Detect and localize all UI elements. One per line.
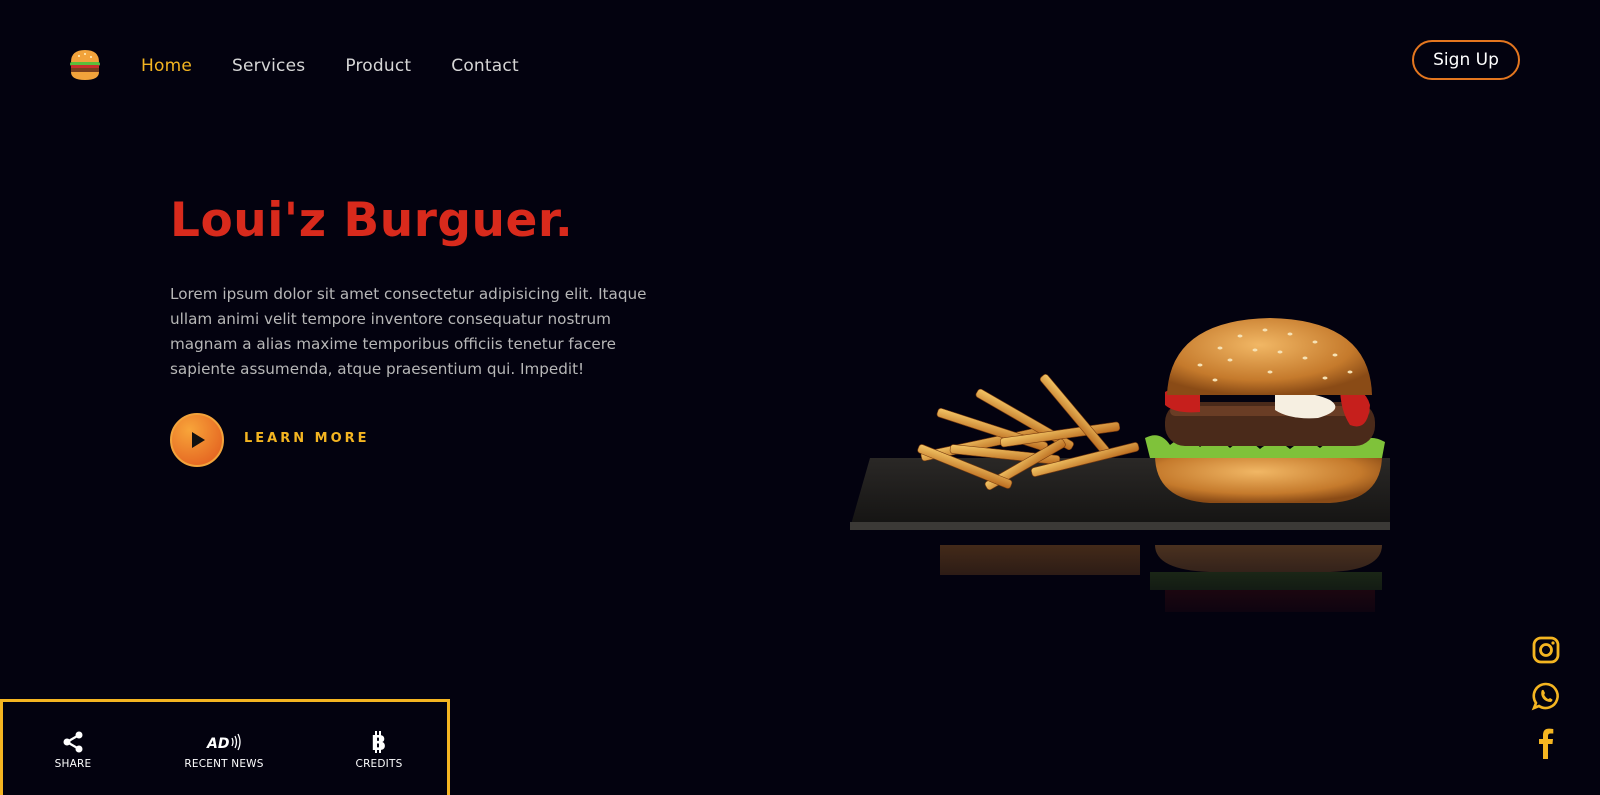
play-icon [192,432,205,448]
burger-and-fries-image [770,200,1410,630]
ad-icon: AD [206,733,241,752]
nav-services[interactable]: Services [232,56,305,76]
svg-text:AD: AD [206,736,229,752]
nav-contact[interactable]: Contact [451,56,519,76]
sign-up-button[interactable]: Sign Up [1412,40,1520,80]
facebook-icon[interactable] [1531,726,1561,759]
instagram-icon[interactable] [1531,635,1561,665]
main-nav: Home Services Product Contact [141,56,519,76]
whatsapp-icon[interactable] [1531,681,1561,711]
play-button[interactable] [170,413,224,467]
share-button[interactable]: SHARE [18,730,128,770]
nav-home[interactable]: Home [141,56,192,76]
svg-text:B: B [371,731,386,754]
bottom-toolbar: SHARE AD RECENT NEWS B CREDITS [0,699,450,795]
learn-more-link[interactable]: LEARN MORE [244,431,370,446]
hero-description: Lorem ipsum dolor sit amet consectetur a… [170,285,647,378]
share-label: SHARE [54,758,92,770]
bitcoin-icon: B [371,731,386,754]
credits-button[interactable]: B CREDITS [324,730,434,770]
nav-product[interactable]: Product [345,56,411,76]
hero-title: Loui'z Burguer. [170,193,574,248]
share-icon [63,731,83,753]
recent-news-label: RECENT NEWS [184,758,264,770]
credits-label: CREDITS [355,758,403,770]
recent-news-button[interactable]: AD RECENT NEWS [169,730,279,770]
burger-logo-icon[interactable] [68,49,102,81]
